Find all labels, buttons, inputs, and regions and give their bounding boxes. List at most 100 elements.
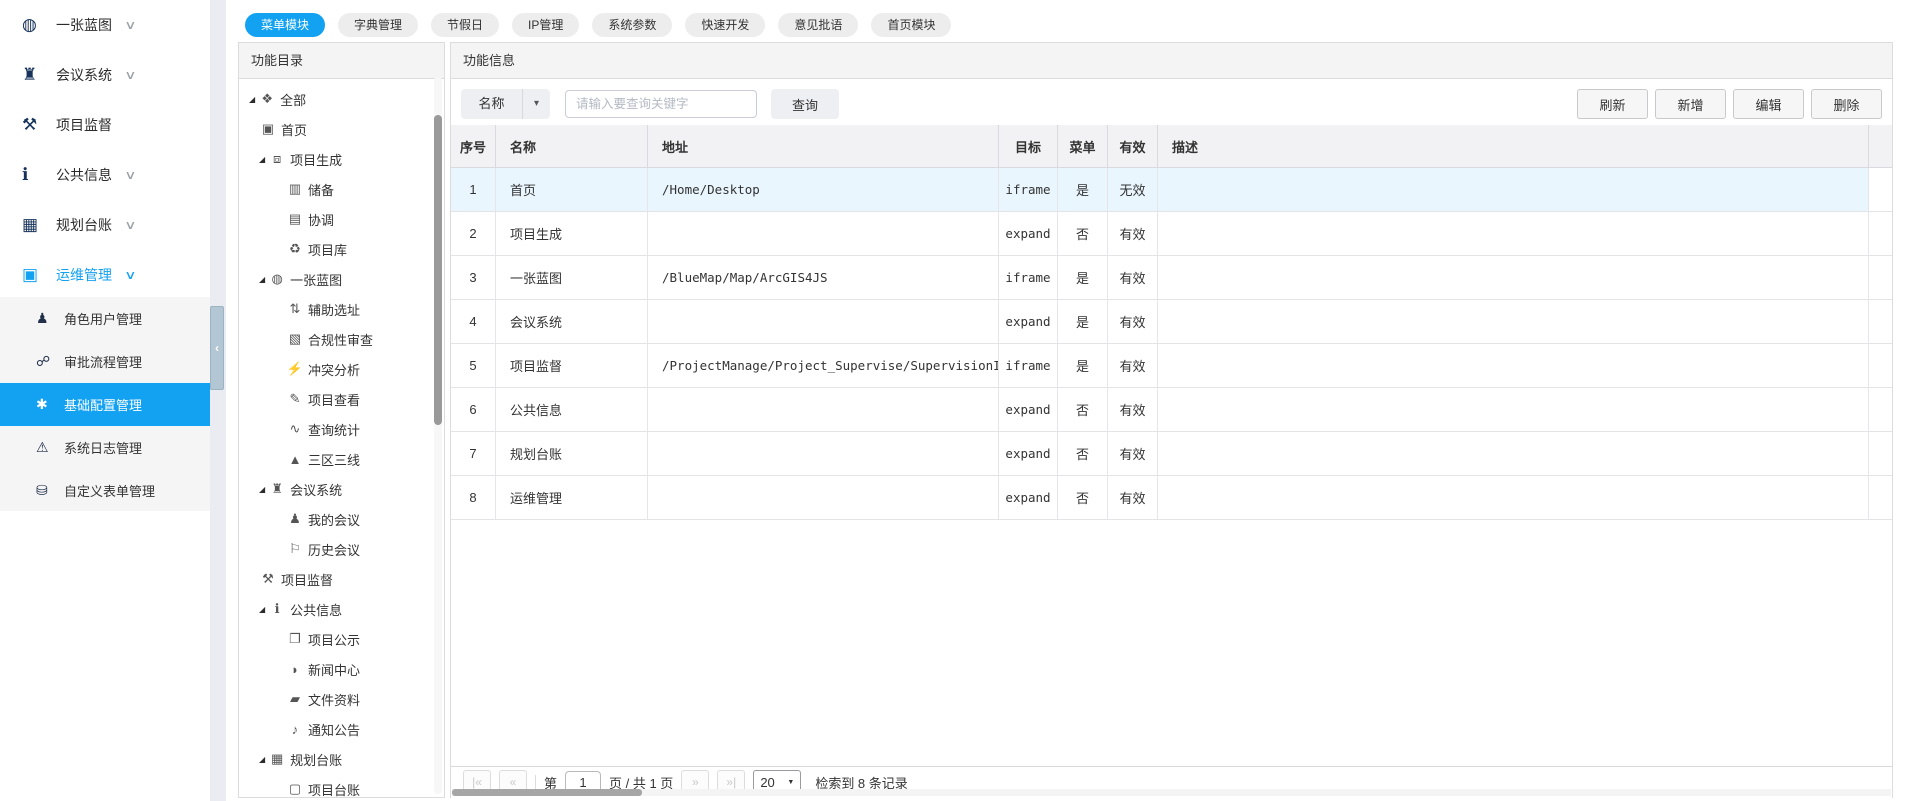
query-button[interactable]: 查询 (771, 89, 839, 119)
tree-node-label: 储备 (308, 180, 334, 199)
action-button[interactable]: 新增 (1655, 89, 1726, 119)
tree-node[interactable]: ▧ 合规性审查 (239, 324, 444, 354)
expand-arrow-icon[interactable]: ◢ (259, 605, 265, 614)
expand-arrow-icon[interactable]: ◢ (249, 95, 255, 104)
horizontal-scrollbar[interactable] (452, 789, 1891, 796)
table-row[interactable]: 8 运维管理 expand 否 有效 (451, 476, 1892, 520)
tree-node[interactable]: ▥ 储备 (239, 174, 444, 204)
cell-desc (1158, 300, 1869, 343)
sidebar-item[interactable]: ℹ 公共信息 ∨ (0, 150, 210, 200)
horizontal-scrollbar-thumb[interactable] (452, 789, 642, 796)
tree-node-label: 新闻中心 (308, 660, 360, 679)
module-tab[interactable]: IP管理 (512, 13, 579, 37)
tree-node[interactable]: ◢ ❖ 全部 (239, 84, 444, 114)
module-tab[interactable]: 菜单模块 (245, 13, 325, 37)
tree-node[interactable]: ◗ 新闻中心 (239, 654, 444, 684)
cell-address (648, 476, 999, 519)
table-row[interactable]: 4 会议系统 expand 是 有效 (451, 300, 1892, 344)
search-field-label[interactable]: 名称 (461, 89, 523, 119)
tree-node[interactable]: ⚐ 历史会议 (239, 534, 444, 564)
tree-node[interactable]: ⚡ 冲突分析 (239, 354, 444, 384)
chevron-down-icon: ∨ (124, 268, 136, 282)
stats-icon: ∿ (286, 421, 304, 437)
tree-node[interactable]: ▢ 项目台账 (239, 774, 444, 798)
table-row[interactable]: 7 规划台账 expand 否 有效 (451, 432, 1892, 476)
expand-arrow-icon[interactable]: ◢ (259, 275, 265, 284)
sidebar-item[interactable]: ◍ 一张蓝图 ∨ (0, 0, 210, 50)
tree-node[interactable]: ♟ 我的会议 (239, 504, 444, 534)
sort-icon: ⇅ (286, 301, 304, 317)
info-panel-title: 功能信息 (463, 53, 515, 68)
bank-icon: ♜ (268, 481, 286, 497)
sidebar-subitem[interactable]: ☍ 审批流程管理 (0, 340, 210, 383)
tree-node[interactable]: ▣ 首页 (239, 114, 444, 144)
table-row[interactable]: 1 首页 /Home/Desktop iframe 是 无效 (451, 168, 1892, 212)
cell-desc (1158, 256, 1869, 299)
cell-spacer (1869, 256, 1892, 299)
sidebar-subitem[interactable]: ✱ 基础配置管理 (0, 383, 210, 426)
cell-desc (1158, 432, 1869, 475)
function-table: 序号 名称 地址 目标 菜单 有效 描述 1 首页 /Home/Desktop … (451, 125, 1892, 520)
tree-node[interactable]: ◢ ▦ 规划台账 (239, 744, 444, 774)
sidebar-subitem-label: 自定义表单管理 (64, 481, 155, 500)
sidebar-collapse-handle[interactable]: ‹ (210, 306, 224, 390)
tree-node[interactable]: ♻ 项目库 (239, 234, 444, 264)
tree-node-label: 文件资料 (308, 690, 360, 709)
cell-target: iframe (999, 256, 1058, 299)
sidebar-item[interactable]: ▣ 运维管理 ∨ (0, 250, 210, 300)
search-field-dropdown[interactable]: 名称 ▾ (461, 89, 550, 119)
action-button[interactable]: 刷新 (1577, 89, 1648, 119)
conflict-icon: ⚡ (286, 361, 304, 377)
tree-scrollbar-thumb[interactable] (434, 115, 442, 425)
cell-name: 首页 (496, 168, 648, 211)
tree-node[interactable]: ▰ 文件资料 (239, 684, 444, 714)
module-tab[interactable]: 意见批语 (778, 13, 858, 37)
expand-arrow-icon[interactable]: ◢ (259, 755, 265, 764)
sidebar-item-label: 一张蓝图 (56, 15, 112, 35)
module-tab[interactable]: 快速开发 (685, 13, 765, 37)
sidebar-item[interactable]: ♜ 会议系统 ∨ (0, 50, 210, 100)
cell-address: /ProjectManage/Project_Supervise/Supervi… (648, 344, 999, 387)
tree-node[interactable]: ❐ 项目公示 (239, 624, 444, 654)
table-row[interactable]: 5 项目监督 /ProjectManage/Project_Supervise/… (451, 344, 1892, 388)
expand-arrow-icon[interactable]: ◢ (259, 485, 265, 494)
col-header-menu: 菜单 (1058, 125, 1108, 167)
sidebar-item[interactable]: ▦ 规划台账 ∨ (0, 200, 210, 250)
tree-scrollbar[interactable] (434, 77, 442, 794)
tree-node[interactable]: ◢ ⧈ 项目生成 (239, 144, 444, 174)
expand-arrow-icon[interactable]: ◢ (259, 155, 265, 164)
module-tab[interactable]: 系统参数 (592, 13, 672, 37)
tree-node[interactable]: ◢ ℹ 公共信息 (239, 594, 444, 624)
cell-menu: 否 (1058, 476, 1108, 519)
search-toolbar: 名称 ▾ 查询 (461, 89, 839, 119)
tree-node[interactable]: ♪ 通知公告 (239, 714, 444, 744)
tree-node[interactable]: ✎ 项目查看 (239, 384, 444, 414)
tree-node[interactable]: ▲ 三区三线 (239, 444, 444, 474)
dropdown-caret-icon[interactable]: ▾ (523, 89, 550, 119)
module-tab[interactable]: 字典管理 (338, 13, 418, 37)
tree-node[interactable]: ⚒ 项目监督 (239, 564, 444, 594)
sidebar-subitem[interactable]: ⛁ 自定义表单管理 (0, 469, 210, 512)
tree-node[interactable]: ⇅ 辅助选址 (239, 294, 444, 324)
tree-node[interactable]: ▤ 协调 (239, 204, 444, 234)
action-button[interactable]: 编辑 (1733, 89, 1804, 119)
sidebar-subitem[interactable]: ⚠ 系统日志管理 (0, 426, 210, 469)
tree-node-label: 三区三线 (308, 450, 360, 469)
action-button[interactable]: 删除 (1811, 89, 1882, 119)
tree-node[interactable]: ∿ 查询统计 (239, 414, 444, 444)
table-row[interactable]: 6 公共信息 expand 否 有效 (451, 388, 1892, 432)
sidebar-subitem[interactable]: ♟ 角色用户管理 (0, 297, 210, 340)
table-row[interactable]: 3 一张蓝图 /BlueMap/Map/ArcGIS4JS iframe 是 有… (451, 256, 1892, 300)
tree-node[interactable]: ◢ ♜ 会议系统 (239, 474, 444, 504)
table-row[interactable]: 2 项目生成 expand 否 有效 (451, 212, 1892, 256)
sidebar-item[interactable]: ⚒ 项目监督 (0, 100, 210, 150)
col-header-valid: 有效 (1108, 125, 1158, 167)
search-input[interactable] (565, 90, 757, 118)
module-tab[interactable]: 节假日 (431, 13, 499, 37)
cell-menu: 是 (1058, 256, 1108, 299)
module-tab[interactable]: 首页模块 (871, 13, 951, 37)
cell-desc (1158, 344, 1869, 387)
tree-node[interactable]: ◢ ◍ 一张蓝图 (239, 264, 444, 294)
cell-no: 8 (451, 476, 496, 519)
image-icon: ▧ (286, 331, 304, 347)
